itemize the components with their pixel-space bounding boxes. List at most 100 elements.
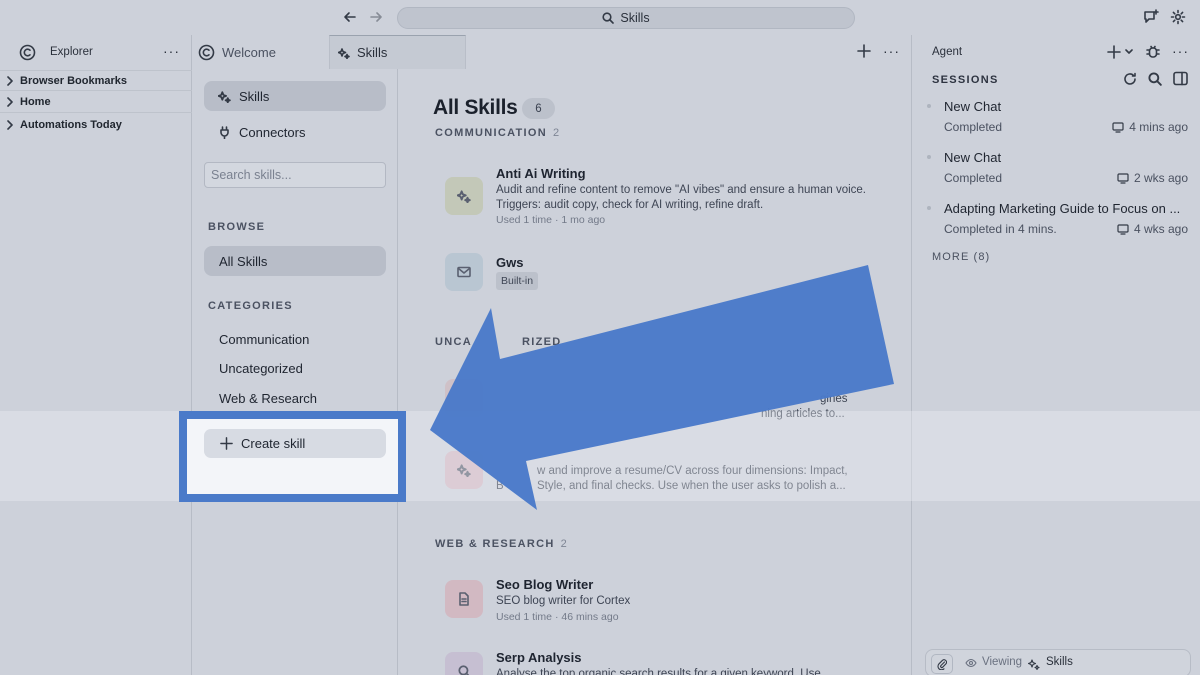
- session-time: 4 wks ago: [1117, 222, 1188, 236]
- session-time: 2 wks ago: [1117, 171, 1188, 185]
- skill-card-seo-blog-writer[interactable]: Seo Blog Writer SEO blog writer for Cort…: [399, 574, 910, 634]
- skill-description-fragment: ning articles to...: [761, 408, 845, 420]
- session-time-label: 2 wks ago: [1133, 171, 1188, 185]
- skills-sidebar: Skills Connectors Search skills... BROWS…: [193, 69, 398, 675]
- refresh-icon[interactable]: [1123, 72, 1137, 86]
- group-heading-uncategorized: UNCA RIZED: [435, 336, 561, 348]
- plug-icon: [218, 125, 231, 139]
- document-icon: [445, 580, 483, 618]
- attach-paperclip-icon[interactable]: [931, 654, 953, 674]
- chevron-down-icon[interactable]: [1125, 49, 1133, 55]
- highlight-box: Create skill: [179, 411, 406, 502]
- tab-label: Skills: [357, 45, 388, 60]
- tab-welcome[interactable]: Welcome: [193, 35, 328, 69]
- sparkle-icon: [445, 177, 483, 215]
- group-name-start: UNCA: [435, 336, 472, 348]
- context-bar: Viewing Skills: [925, 649, 1191, 675]
- skill-card-gws[interactable]: Gws Built-in: [399, 247, 910, 297]
- skill-card-anti-ai-writing[interactable]: Anti Ai Writing Audit and refine content…: [399, 159, 910, 229]
- skill-icon-partial: [445, 379, 483, 417]
- create-skill-button[interactable]: Create skill: [204, 429, 386, 458]
- categories-heading: CATEGORIES: [208, 300, 293, 312]
- tab-label: Welcome: [222, 44, 276, 60]
- session-bullet: [927, 104, 931, 108]
- session-item[interactable]: Adapting Marketing Guide to Focus on ...…: [912, 197, 1200, 241]
- nav-item-label: All Skills: [219, 253, 268, 269]
- tree-item-browser-bookmarks[interactable]: Browser Bookmarks: [0, 70, 192, 91]
- browse-heading: BROWSE: [208, 221, 266, 233]
- group-name: WEB & RESEARCH: [435, 538, 555, 550]
- session-item[interactable]: New Chat Completed 4 mins ago: [912, 95, 1200, 139]
- built-in-badge: Built-in: [496, 272, 539, 290]
- agent-title: Agent: [932, 46, 963, 58]
- settings-gear-icon[interactable]: [1170, 9, 1186, 25]
- chevron-right-icon: [6, 119, 14, 130]
- browse-all-skills[interactable]: All Skills: [204, 246, 386, 276]
- explorer-more-icon[interactable]: ···: [163, 43, 180, 59]
- skill-name: Anti Ai Writing: [496, 166, 586, 181]
- tree-item-home[interactable]: Home: [0, 92, 192, 113]
- tree-item-label: Home: [20, 96, 51, 108]
- session-item[interactable]: New Chat Completed 2 wks ago: [912, 146, 1200, 190]
- nav-item-connectors[interactable]: Connectors: [204, 117, 386, 147]
- back-icon[interactable]: [343, 10, 357, 24]
- command-search-bar[interactable]: Skills: [397, 7, 855, 29]
- tab-bar: Welcome Skills ···: [193, 35, 911, 69]
- nav-item-skills[interactable]: Skills: [204, 81, 386, 111]
- tab-more-icon[interactable]: ···: [883, 43, 900, 59]
- bug-icon[interactable]: [1145, 44, 1161, 60]
- agent-panel: Agent ··· SESSIONS New Chat Completed 4 …: [911, 35, 1200, 675]
- session-title: New Chat: [944, 99, 1002, 114]
- group-name-end: RIZED: [521, 336, 562, 348]
- eye-icon: [965, 658, 977, 668]
- category-communication[interactable]: Communication: [219, 332, 309, 347]
- tree-item-label: Automations Today: [20, 118, 122, 131]
- category-web-research[interactable]: Web & Research: [219, 391, 317, 406]
- nav-item-label: Skills: [239, 88, 270, 104]
- monitor-icon: [1112, 121, 1124, 133]
- category-uncategorized[interactable]: Uncategorized: [219, 361, 303, 376]
- panel-layout-icon[interactable]: [1173, 71, 1188, 86]
- skill-name: Seo Blog Writer: [496, 577, 594, 592]
- search-icon[interactable]: [1148, 72, 1162, 86]
- skill-card-serp-analysis[interactable]: Serp Analysis Analyse the top organic se…: [399, 647, 910, 675]
- skill-description: SEO blog writer for Cortex: [496, 595, 631, 607]
- skill-name: Gws: [496, 255, 524, 270]
- session-title: New Chat: [944, 150, 1002, 165]
- group-count: 2: [560, 538, 569, 550]
- new-session-plus-icon[interactable]: [1107, 45, 1121, 59]
- feedback-icon[interactable]: [1143, 9, 1159, 25]
- forward-icon[interactable]: [369, 10, 383, 24]
- session-bullet: [927, 206, 931, 210]
- skill-description-fragment: gines: [820, 393, 848, 405]
- tab-skills[interactable]: Skills: [329, 35, 466, 69]
- skill-description-start: B: [496, 480, 504, 492]
- app-logo-icon: [198, 44, 215, 61]
- explorer-title: Explorer: [50, 46, 93, 58]
- new-tab-plus-icon[interactable]: [857, 44, 871, 58]
- viewing-target: Skills: [1046, 656, 1073, 668]
- skill-card-resume[interactable]: w and improve a resume/CV across four di…: [399, 449, 910, 499]
- viewing-label: Viewing: [982, 656, 1023, 668]
- title-bar: Skills: [0, 0, 1200, 35]
- more-sessions-link[interactable]: MORE (8): [932, 251, 990, 263]
- skill-description: Analyse the top organic search results f…: [496, 668, 821, 675]
- group-count: 2: [553, 127, 561, 139]
- sessions-heading: SESSIONS: [932, 74, 999, 86]
- search-bar-label: Skills: [620, 11, 650, 25]
- tree-item-automations-today[interactable]: Automations Today: [0, 114, 192, 135]
- skill-name: Serp Analysis: [496, 650, 582, 665]
- app-logo-icon: [19, 44, 36, 61]
- skills-search-input[interactable]: Search skills...: [204, 162, 386, 188]
- tree-item-label: Browser Bookmarks: [20, 74, 127, 87]
- session-status: Completed in 4 mins.: [944, 222, 1057, 236]
- session-status: Completed: [944, 171, 1003, 185]
- sparkle-icon: [445, 451, 483, 489]
- agent-more-icon[interactable]: ···: [1172, 43, 1189, 59]
- plus-icon: [220, 437, 233, 450]
- create-skill-label: Create skill: [241, 436, 306, 451]
- mail-icon: [445, 253, 483, 291]
- session-title: Adapting Marketing Guide to Focus on ...: [944, 201, 1181, 216]
- session-time-label: 4 mins ago: [1129, 120, 1188, 134]
- skill-usage: Used 1 time · 1 mo ago: [496, 214, 606, 226]
